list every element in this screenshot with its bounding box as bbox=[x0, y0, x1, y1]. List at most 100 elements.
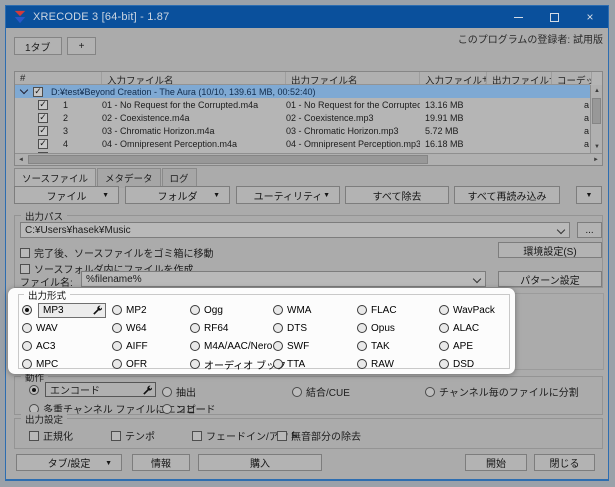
vertical-scrollbar[interactable]: ▲ ▼ bbox=[590, 85, 602, 153]
more-actions-button[interactable]: ▼ bbox=[576, 186, 602, 204]
pattern-settings-button[interactable]: パターン設定 bbox=[498, 271, 602, 287]
tabs-settings-button[interactable]: タブ/設定 ▼ bbox=[16, 454, 122, 471]
row-checkbox[interactable]: ✓ bbox=[38, 139, 48, 149]
table-row[interactable]: ✓ 4 04 - Omnipresent Perception.m4a 04 -… bbox=[15, 137, 590, 150]
column-header-output-size[interactable]: 出力ファイルサイズ bbox=[487, 72, 552, 84]
table-row[interactable]: ✓ 1 01 - No Request for the Corrupted.m4… bbox=[15, 98, 590, 111]
column-header-num[interactable]: # bbox=[15, 72, 102, 84]
title-bar: XRECODE 3 [64-bit] - 1.87 × bbox=[6, 6, 608, 28]
action-option-encode[interactable]: エンコード bbox=[29, 382, 156, 397]
format-option[interactable]: W64 bbox=[112, 323, 190, 334]
output-settings-label: 出力設定 bbox=[21, 412, 68, 426]
move-to-trash-option[interactable]: 完了後、ソースファイルをゴミ箱に移動 bbox=[20, 245, 214, 260]
dropdown-icon: ▼ bbox=[323, 192, 330, 199]
browse-button[interactable]: ... bbox=[577, 222, 602, 238]
format-option[interactable]: M4A/AAC/Nero bbox=[190, 341, 273, 352]
silence-removal-checkbox[interactable] bbox=[277, 430, 287, 441]
tempo-option[interactable]: テンポ bbox=[111, 428, 155, 443]
start-button[interactable]: 開始 bbox=[465, 454, 527, 471]
scroll-left-icon[interactable]: ◄ bbox=[15, 154, 27, 165]
maximize-button[interactable] bbox=[536, 6, 572, 28]
action-settings-box[interactable]: エンコード bbox=[45, 382, 156, 397]
group-row[interactable]: ✓ D:¥test¥Beyond Creation - The Aura (10… bbox=[15, 85, 590, 98]
wrench-icon[interactable] bbox=[142, 385, 152, 395]
environment-settings-button[interactable]: 環境設定(S) bbox=[498, 242, 602, 258]
file-menu-button[interactable]: ファイル ▼ bbox=[14, 186, 119, 204]
create-in-source-checkbox[interactable] bbox=[20, 263, 30, 274]
format-option[interactable]: WavPack bbox=[439, 305, 515, 316]
scroll-up-icon[interactable]: ▲ bbox=[591, 85, 602, 97]
format-option[interactable]: FLAC bbox=[357, 305, 439, 316]
tab-log[interactable]: ログ bbox=[161, 168, 197, 188]
folder-menu-button[interactable]: フォルダ ▼ bbox=[125, 186, 230, 204]
format-option[interactable]: オーディオ ブック bbox=[190, 357, 286, 372]
horizontal-scrollbar[interactable]: ◄ ► bbox=[15, 153, 602, 165]
format-option[interactable]: DSD bbox=[439, 359, 515, 370]
filename-combobox[interactable]: %filename% bbox=[81, 271, 486, 287]
normalize-option[interactable]: 正規化 bbox=[29, 428, 73, 443]
table-header: # 入力ファイル名 出力ファイル名 入力ファイルサイズ 出力ファイルサイズ コー… bbox=[15, 72, 592, 85]
vertical-scroll-thumb[interactable] bbox=[592, 98, 601, 124]
group-checkbox[interactable]: ✓ bbox=[33, 86, 43, 97]
format-option[interactable]: Ogg bbox=[190, 305, 273, 316]
reload-all-button[interactable]: すべて再読み込み bbox=[454, 186, 560, 204]
minimize-button[interactable] bbox=[500, 6, 536, 28]
column-header-codec[interactable]: コーデック bbox=[552, 72, 592, 84]
close-button[interactable]: × bbox=[572, 6, 608, 28]
format-option[interactable]: RAW bbox=[357, 359, 439, 370]
format-option[interactable]: AC3 bbox=[22, 341, 112, 352]
action-option[interactable]: 抽出 bbox=[162, 384, 196, 399]
silence-removal-option[interactable]: 無音部分の除去 bbox=[277, 428, 361, 443]
tab-source-files[interactable]: ソースファイル bbox=[14, 168, 97, 188]
move-to-trash-checkbox[interactable] bbox=[20, 247, 30, 258]
tab-metadata[interactable]: メタデータ bbox=[97, 168, 161, 188]
format-option[interactable]: DTS bbox=[273, 323, 357, 334]
output-path-combobox[interactable]: C:¥Users¥hasek¥Music bbox=[20, 222, 570, 238]
horizontal-scroll-thumb[interactable] bbox=[28, 155, 428, 164]
purchase-button[interactable]: 購入 bbox=[198, 454, 322, 471]
format-option[interactable]: SWF bbox=[273, 341, 357, 352]
tempo-checkbox[interactable] bbox=[111, 430, 121, 441]
tab-1[interactable]: 1タブ bbox=[14, 37, 62, 55]
add-tab-button[interactable]: + bbox=[66, 37, 97, 55]
wrench-icon[interactable] bbox=[92, 305, 102, 315]
format-option[interactable]: MPC bbox=[22, 359, 112, 370]
scroll-right-icon[interactable]: ► bbox=[590, 154, 602, 165]
action-option[interactable]: チャンネル毎のファイルに分割 bbox=[425, 384, 579, 399]
format-option-mp3[interactable]: MP3 bbox=[22, 302, 112, 318]
info-button[interactable]: 情報 bbox=[132, 454, 190, 471]
format-option[interactable]: WAV bbox=[22, 323, 112, 334]
output-format-label: 出力形式 bbox=[24, 288, 71, 302]
column-header-input-size[interactable]: 入力ファイルサイズ bbox=[420, 72, 487, 84]
close-dialog-button[interactable]: 閉じる bbox=[534, 454, 595, 471]
row-checkbox[interactable]: ✓ bbox=[38, 113, 48, 123]
format-option[interactable]: MP2 bbox=[112, 305, 190, 316]
radio-icon[interactable] bbox=[22, 305, 32, 315]
table-row[interactable]: ✓ 2 02 - Coexistence.m4a 02 - Coexistenc… bbox=[15, 111, 590, 124]
format-option[interactable]: ALAC bbox=[439, 323, 515, 334]
format-option[interactable]: TTA bbox=[273, 359, 357, 370]
action-option[interactable]: 結合/CUE bbox=[292, 384, 350, 399]
remove-all-button[interactable]: すべて除去 bbox=[345, 186, 449, 204]
action-option[interactable]: コピー bbox=[162, 401, 206, 416]
column-header-output-name[interactable]: 出力ファイル名 bbox=[286, 72, 420, 84]
scroll-down-icon[interactable]: ▼ bbox=[591, 141, 602, 153]
format-option[interactable]: TAK bbox=[357, 341, 439, 352]
format-option[interactable]: AIFF bbox=[112, 341, 190, 352]
format-option[interactable]: RF64 bbox=[190, 323, 273, 334]
row-checkbox[interactable]: ✓ bbox=[38, 126, 48, 136]
normalize-checkbox[interactable] bbox=[29, 430, 39, 441]
expand-chevron-icon[interactable] bbox=[19, 85, 29, 95]
format-option[interactable]: OFR bbox=[112, 359, 190, 370]
table-row[interactable]: ✓ 3 03 - Chromatic Horizon.m4a 03 - Chro… bbox=[15, 124, 590, 137]
format-option[interactable]: WMA bbox=[273, 305, 357, 316]
list-tab-bar: ソースファイル メタデータ ログ bbox=[14, 168, 198, 188]
column-header-input-name[interactable]: 入力ファイル名 bbox=[102, 72, 286, 84]
format-option[interactable]: Opus bbox=[357, 323, 439, 334]
format-settings-box[interactable]: MP3 bbox=[38, 302, 106, 318]
format-option[interactable]: APE bbox=[439, 341, 515, 352]
dropdown-icon: ▼ bbox=[213, 192, 220, 199]
fade-checkbox[interactable] bbox=[192, 430, 202, 441]
utility-menu-button[interactable]: ユーティリティ ▼ bbox=[236, 186, 340, 204]
row-checkbox[interactable]: ✓ bbox=[38, 100, 48, 110]
